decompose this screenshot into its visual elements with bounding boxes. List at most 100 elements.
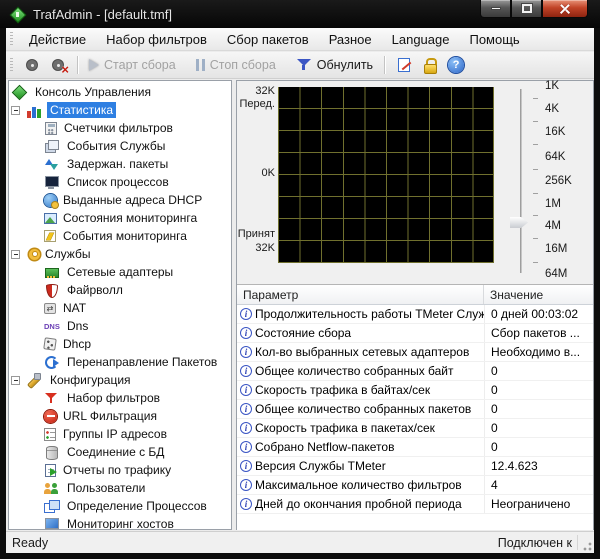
table-row[interactable]: iСкорость трафика в байтах/сек0 — [237, 381, 593, 400]
table-row[interactable]: iМаксимальное количество фильтров4 — [237, 476, 593, 495]
start-capture-button[interactable]: Старт сбора — [84, 56, 181, 74]
arrows-icon — [44, 157, 59, 172]
tree-item-dns[interactable]: Dns — [9, 317, 231, 335]
menu-help[interactable]: Помощь — [459, 29, 529, 50]
table-row[interactable]: iПродолжительность работы TMeter Служ...… — [237, 305, 593, 324]
tree-item-traffic-reports[interactable]: Отчеты по трафику — [9, 461, 231, 479]
info-icon: i — [240, 498, 252, 510]
tree-item-label: Консоль Управления — [32, 84, 154, 100]
tree-item-label: Конфигурация — [47, 372, 134, 388]
tree-item-label: Перенаправление Пакетов — [64, 354, 220, 370]
tree-item-process-detection[interactable]: Определение Процессов — [9, 497, 231, 515]
param-value: Сбор пакетов ... — [484, 324, 593, 342]
param-value: Неограничено — [484, 495, 593, 513]
info-icon: i — [240, 346, 252, 358]
table-row[interactable]: iОбщее количество собранных пакетов0 — [237, 400, 593, 419]
close-button[interactable] — [542, 0, 588, 18]
collapse-toggle-icon[interactable] — [11, 106, 20, 115]
tree-item-monitoring-events[interactable]: События мониторинга — [9, 227, 231, 245]
param-name: Общее количество собранных пакетов — [255, 402, 471, 416]
scale-label-4m: 4M — [545, 220, 561, 232]
menu-capture[interactable]: Сбор пакетов — [217, 29, 319, 50]
tree-item-filter-counters[interactable]: Счетчики фильтров — [9, 119, 231, 137]
tree-item-statistics[interactable]: Статистика — [9, 101, 231, 119]
traffic-graph-pane: 32K Перед. 0K Принят 32K 1K 4K 16K — [237, 81, 593, 282]
toolbar-separator — [77, 56, 78, 74]
table-row[interactable]: iКол-во выбранных сетевых адаптеровНеобх… — [237, 343, 593, 362]
lock-button[interactable] — [417, 55, 443, 75]
window-frame: TrafAdmin - [default.tmf] Действие Набор… — [0, 0, 600, 559]
dice-icon — [43, 337, 57, 351]
stop-capture-button[interactable]: Стоп сбора — [191, 56, 281, 74]
status-bar: Ready Подключен к — [6, 531, 594, 553]
tree-item-packet-redirect[interactable]: Перенаправление Пакетов — [9, 353, 231, 371]
edit-button[interactable] — [391, 55, 417, 75]
toolbar-gripper[interactable] — [10, 58, 13, 72]
tree-item-monitoring-states[interactable]: Состояния мониторинга — [9, 209, 231, 227]
column-header-value[interactable]: Значение — [484, 285, 549, 304]
tree-item-configuration[interactable]: Конфигурация — [9, 371, 231, 389]
blue-monitor-icon — [44, 517, 59, 531]
menu-action[interactable]: Действие — [19, 29, 96, 50]
info-icon: i — [240, 365, 252, 377]
scale-slider-track[interactable] — [520, 89, 522, 273]
table-row[interactable]: iСкорость трафика в пакетах/сек0 — [237, 419, 593, 438]
scale-label-64k: 64K — [545, 151, 565, 163]
scale-tick — [533, 193, 538, 194]
tree-item-service-events[interactable]: События Службы — [9, 137, 231, 155]
tree-item-dhcp[interactable]: Dhcp — [9, 335, 231, 353]
resize-grip[interactable] — [580, 539, 592, 551]
table-row[interactable]: iСостояние сбораСбор пакетов ... — [237, 324, 593, 343]
tree-item-users[interactable]: Пользователи — [9, 479, 231, 497]
status-separator — [577, 535, 578, 550]
column-header-parameter[interactable]: Параметр — [237, 285, 484, 304]
tree-item-label: Набор фильтров — [64, 390, 163, 406]
tree-item-process-list[interactable]: Список процессов — [9, 173, 231, 191]
table-row[interactable]: iОбщее количество собранных байт0 — [237, 362, 593, 381]
tree-item-services[interactable]: Службы — [9, 245, 231, 263]
play-icon — [89, 59, 99, 71]
menu-language[interactable]: Language — [382, 29, 460, 50]
table-row[interactable]: iДней до окончания пробной периодаНеогра… — [237, 495, 593, 514]
tree-item-url-filtering[interactable]: URL Фильтрация — [9, 407, 231, 425]
scale-tick — [533, 238, 538, 239]
reset-counters-button[interactable]: Обнулить — [291, 55, 378, 75]
menubar-gripper[interactable] — [10, 32, 13, 46]
minimize-button[interactable] — [480, 0, 511, 18]
tree-item-host-monitoring[interactable]: Мониторинг хостов — [9, 515, 231, 530]
scale-label-4k: 4K — [545, 103, 559, 115]
tree-item-network-adapters[interactable]: Сетевые адаптеры — [9, 263, 231, 281]
settings-button[interactable] — [19, 55, 45, 75]
tree-item-dhcp-leases[interactable]: Выданные адреса DHCP — [9, 191, 231, 209]
tree-item-delayed-packets[interactable]: Задержан. пакеты — [9, 155, 231, 173]
exit-service-button[interactable]: × — [45, 55, 71, 75]
param-value: 12.4.623 — [484, 457, 593, 475]
menu-filterset[interactable]: Набор фильтров — [96, 29, 217, 50]
collapse-toggle-icon[interactable] — [11, 376, 20, 385]
info-icon: i — [240, 384, 252, 396]
tree-item-db-connection[interactable]: Соединение с БД — [9, 443, 231, 461]
rx-axis-label: Принят — [237, 228, 275, 240]
tree-item-ip-groups[interactable]: Группы IP адресов — [9, 425, 231, 443]
scale-tick — [533, 169, 538, 170]
menu-misc[interactable]: Разное — [319, 29, 382, 50]
scale-slider-handle[interactable] — [510, 217, 528, 228]
zero-scale-value: 0K — [237, 167, 275, 179]
tree-item-nat[interactable]: ⇄NAT — [9, 299, 231, 317]
maximize-button[interactable] — [511, 0, 542, 18]
tree-item-firewall[interactable]: Файрволл — [9, 281, 231, 299]
tree-item-label: Dhcp — [60, 336, 94, 352]
scale-tick — [533, 262, 538, 263]
tree-item-label: Dns — [64, 318, 91, 334]
info-icon: i — [240, 422, 252, 434]
redirect-arrow-icon — [44, 355, 59, 370]
table-row[interactable]: iСобрано Netflow-пакетов0 — [237, 438, 593, 457]
tree-item-label: URL Фильтрация — [60, 408, 160, 424]
reset-counters-label: Обнулить — [317, 58, 373, 72]
tree-item-filter-set[interactable]: Набор фильтров — [9, 389, 231, 407]
tree-item-console[interactable]: Консоль Управления — [9, 83, 231, 101]
help-button[interactable]: ? — [443, 55, 469, 75]
table-row[interactable]: iВерсия Службы TMeter12.4.623 — [237, 457, 593, 476]
collapse-toggle-icon[interactable] — [11, 250, 20, 259]
scale-label-1m: 1M — [545, 198, 561, 210]
